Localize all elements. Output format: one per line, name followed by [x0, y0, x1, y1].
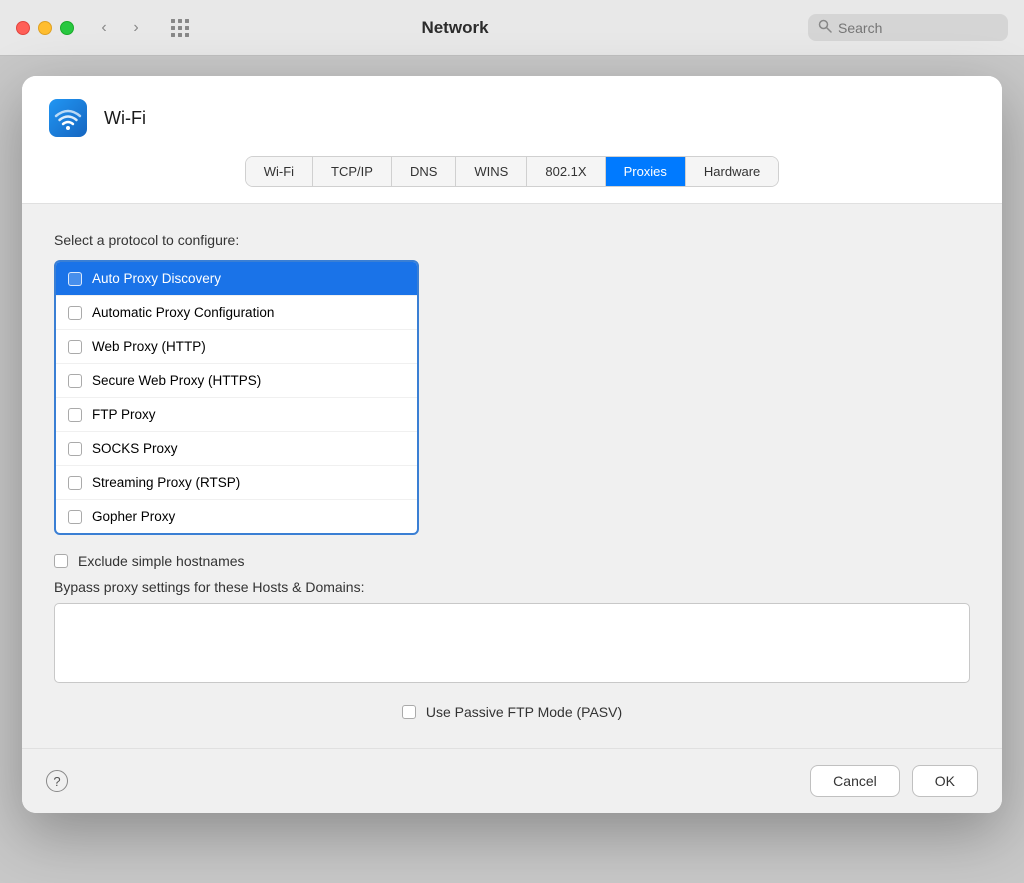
tab-tcpip[interactable]: TCP/IP — [313, 157, 392, 186]
connection-name: Wi-Fi — [104, 108, 146, 129]
protocol-streaming-rtsp[interactable]: Streaming Proxy (RTSP) — [56, 466, 417, 500]
exclude-hostnames-label: Exclude simple hostnames — [78, 553, 245, 569]
protocol-auto-config[interactable]: Automatic Proxy Configuration — [56, 296, 417, 330]
checkbox-secure-https[interactable] — [68, 374, 82, 388]
back-button[interactable]: ‹ — [90, 14, 118, 42]
protocol-label-auto-proxy-discovery: Auto Proxy Discovery — [92, 271, 221, 286]
main-content: Wi-Fi Wi-Fi TCP/IP DNS WINS 802.1X Proxi… — [0, 56, 1024, 883]
wifi-header: Wi-Fi — [22, 76, 1002, 156]
protocol-label-auto-config: Automatic Proxy Configuration — [92, 305, 274, 320]
protocol-gopher[interactable]: Gopher Proxy — [56, 500, 417, 533]
checkbox-streaming-rtsp[interactable] — [68, 476, 82, 490]
minimize-button[interactable] — [38, 21, 52, 35]
bypass-textarea[interactable] — [54, 603, 970, 683]
footer-buttons: Cancel OK — [810, 765, 978, 797]
checkbox-exclude-hostnames[interactable] — [54, 554, 68, 568]
close-button[interactable] — [16, 21, 30, 35]
maximize-button[interactable] — [60, 21, 74, 35]
search-input[interactable] — [838, 20, 988, 36]
exclude-hostnames-row: Exclude simple hostnames — [54, 553, 970, 569]
search-icon — [818, 19, 832, 36]
traffic-lights — [16, 21, 74, 35]
protocol-label-secure-https: Secure Web Proxy (HTTPS) — [92, 373, 261, 388]
protocol-label-ftp: FTP Proxy — [92, 407, 156, 422]
checkbox-auto-config[interactable] — [68, 306, 82, 320]
tab-8021x[interactable]: 802.1X — [527, 157, 605, 186]
checkbox-web-http[interactable] — [68, 340, 82, 354]
title-bar: ‹ › Network — [0, 0, 1024, 56]
tab-wifi[interactable]: Wi-Fi — [246, 157, 313, 186]
nav-arrows: ‹ › — [90, 14, 150, 42]
protocol-web-http[interactable]: Web Proxy (HTTP) — [56, 330, 417, 364]
tab-hardware[interactable]: Hardware — [686, 157, 778, 186]
grid-icon[interactable] — [166, 14, 194, 42]
help-button[interactable]: ? — [46, 770, 68, 792]
window-title: Network — [202, 18, 708, 38]
ok-button[interactable]: OK — [912, 765, 978, 797]
passive-ftp-label: Use Passive FTP Mode (PASV) — [426, 704, 622, 720]
protocol-label-socks: SOCKS Proxy — [92, 441, 178, 456]
protocol-label-web-http: Web Proxy (HTTP) — [92, 339, 206, 354]
checkbox-gopher[interactable] — [68, 510, 82, 524]
passive-ftp-row: Use Passive FTP Mode (PASV) — [54, 704, 970, 720]
wifi-icon — [46, 96, 90, 140]
protocol-label-gopher: Gopher Proxy — [92, 509, 175, 524]
checkbox-auto-proxy-discovery[interactable] — [68, 272, 82, 286]
cancel-button[interactable]: Cancel — [810, 765, 900, 797]
checkbox-passive-ftp[interactable] — [402, 705, 416, 719]
protocol-list: Auto Proxy Discovery Automatic Proxy Con… — [54, 260, 419, 535]
protocol-label-streaming-rtsp: Streaming Proxy (RTSP) — [92, 475, 240, 490]
section-label: Select a protocol to configure: — [54, 232, 970, 248]
network-dialog: Wi-Fi Wi-Fi TCP/IP DNS WINS 802.1X Proxi… — [22, 76, 1002, 813]
search-bar — [808, 14, 1008, 41]
proxies-content: Select a protocol to configure: Auto Pro… — [22, 204, 1002, 748]
checkbox-socks[interactable] — [68, 442, 82, 456]
checkbox-ftp[interactable] — [68, 408, 82, 422]
protocol-auto-proxy-discovery[interactable]: Auto Proxy Discovery — [56, 262, 417, 296]
protocol-ftp[interactable]: FTP Proxy — [56, 398, 417, 432]
protocol-secure-https[interactable]: Secure Web Proxy (HTTPS) — [56, 364, 417, 398]
tab-wins[interactable]: WINS — [456, 157, 527, 186]
forward-button[interactable]: › — [122, 14, 150, 42]
bypass-label: Bypass proxy settings for these Hosts & … — [54, 579, 970, 595]
tab-dns[interactable]: DNS — [392, 157, 456, 186]
protocol-socks[interactable]: SOCKS Proxy — [56, 432, 417, 466]
tab-proxies[interactable]: Proxies — [606, 157, 686, 186]
tabs-container: Wi-Fi TCP/IP DNS WINS 802.1X Proxies Har… — [22, 156, 1002, 204]
tabs: Wi-Fi TCP/IP DNS WINS 802.1X Proxies Har… — [245, 156, 780, 187]
dialog-footer: ? Cancel OK — [22, 748, 1002, 813]
